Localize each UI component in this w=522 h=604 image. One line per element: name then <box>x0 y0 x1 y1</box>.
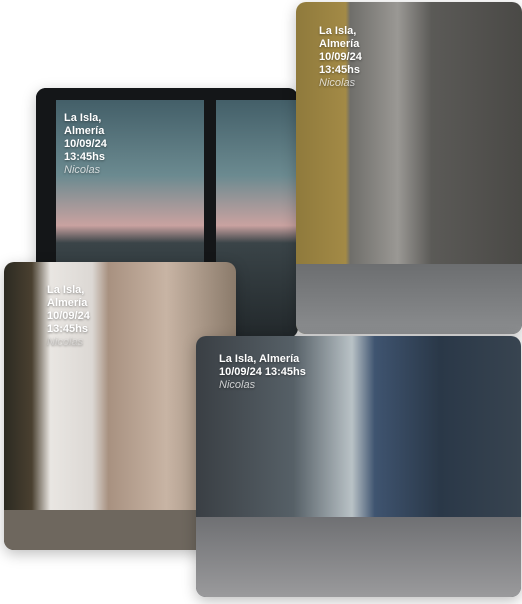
caption-time: 13:45hs <box>319 64 360 76</box>
street <box>196 517 521 597</box>
caption-time: 13:45hs <box>47 323 88 335</box>
caption-time: 13:45hs <box>64 151 105 163</box>
caption-place: La Isla, <box>64 112 102 124</box>
caption-time: 13:45hs <box>264 366 306 378</box>
photo-card-building: La Isla, Almería 10/09/24 13:45hs Nicola… <box>296 2 522 334</box>
photo-caption: La Isla, Almería 10/09/24 13:45hs Nicola… <box>64 112 107 177</box>
caption-region: Almería <box>319 38 360 50</box>
caption-author: Nicolas <box>47 336 84 348</box>
window-frame <box>36 88 298 100</box>
street <box>296 264 522 334</box>
caption-place: La Isla, <box>319 25 357 37</box>
photo-card-city: La Isla, Almería 10/09/24 13:45hs Nicola… <box>196 336 521 597</box>
caption-region: Almería <box>64 125 105 137</box>
caption-region: Almería <box>47 297 88 309</box>
caption-author: Nicolas <box>219 379 256 391</box>
caption-author: Nicolas <box>319 77 356 89</box>
caption-place: La Isla, Almería <box>219 353 300 365</box>
photo-caption: La Isla, Almería 10/09/24 13:45hs Nicola… <box>47 284 90 349</box>
caption-date: 10/09/24 <box>47 310 90 322</box>
caption-date: 10/09/24 <box>319 51 362 63</box>
photo-caption: La Isla, Almería 10/09/24 13:45hs Nicola… <box>219 353 306 392</box>
caption-author: Nicolas <box>64 164 101 176</box>
photo-caption: La Isla, Almería 10/09/24 13:45hs Nicola… <box>319 25 362 90</box>
caption-date: 10/09/24 <box>64 138 107 150</box>
caption-date: 10/09/24 <box>219 366 262 378</box>
caption-place: La Isla, <box>47 284 85 296</box>
